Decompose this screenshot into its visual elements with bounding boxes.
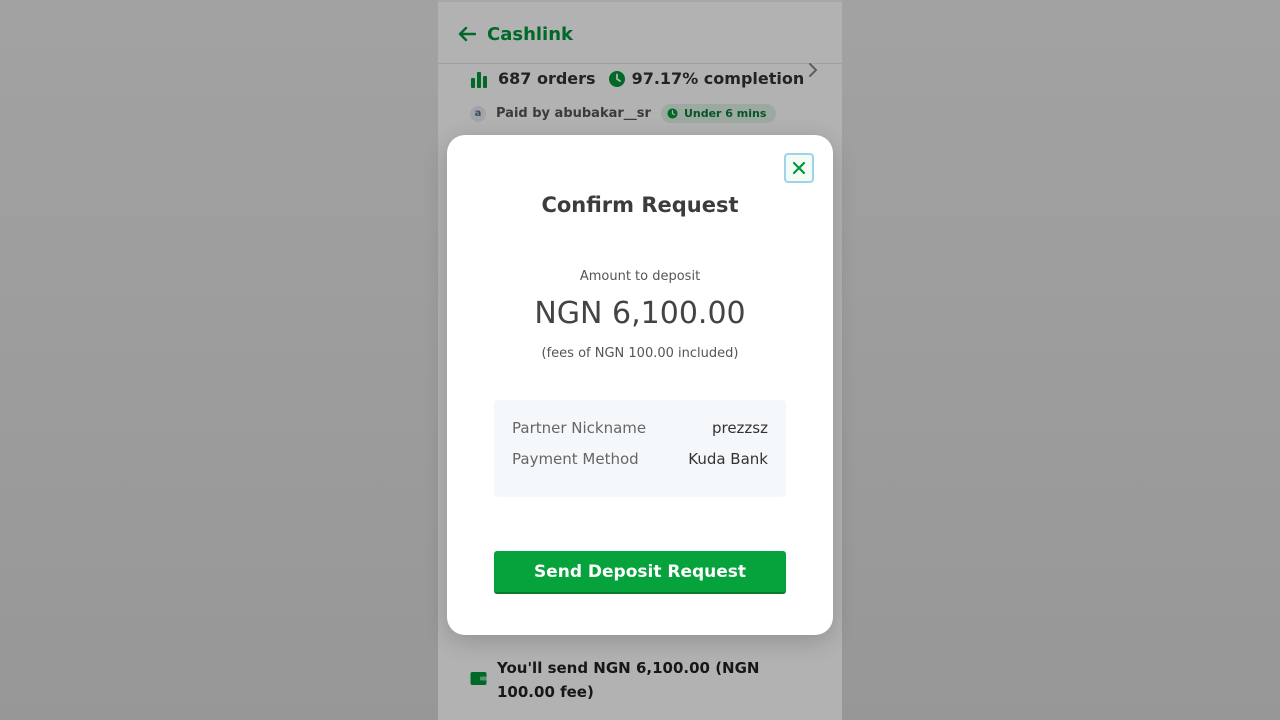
detail-value: Kuda Bank: [688, 450, 768, 468]
detail-key: Partner Nickname: [512, 419, 647, 437]
detail-row-partner: Partner Nickname prezzsz: [512, 419, 768, 437]
request-details: Partner Nickname prezzsz Payment Method …: [494, 400, 786, 497]
detail-key: Payment Method: [512, 450, 639, 468]
fee-note: (fees of NGN 100.00 included): [541, 346, 739, 361]
detail-value: prezzsz: [711, 419, 768, 437]
dialog-title: Confirm Request: [541, 193, 739, 217]
amount-value: NGN 6,100.00: [534, 296, 746, 331]
close-button[interactable]: [784, 153, 814, 183]
background-right: [842, 0, 1280, 720]
detail-row-payment-method: Payment Method Kuda Bank: [512, 450, 768, 468]
send-deposit-request-button[interactable]: Send Deposit Request: [494, 551, 786, 594]
background-left: [0, 0, 438, 720]
confirm-request-dialog: Confirm Request Amount to deposit NGN 6,…: [447, 135, 833, 635]
close-icon: [792, 161, 806, 175]
amount-label: Amount to deposit: [579, 269, 701, 284]
